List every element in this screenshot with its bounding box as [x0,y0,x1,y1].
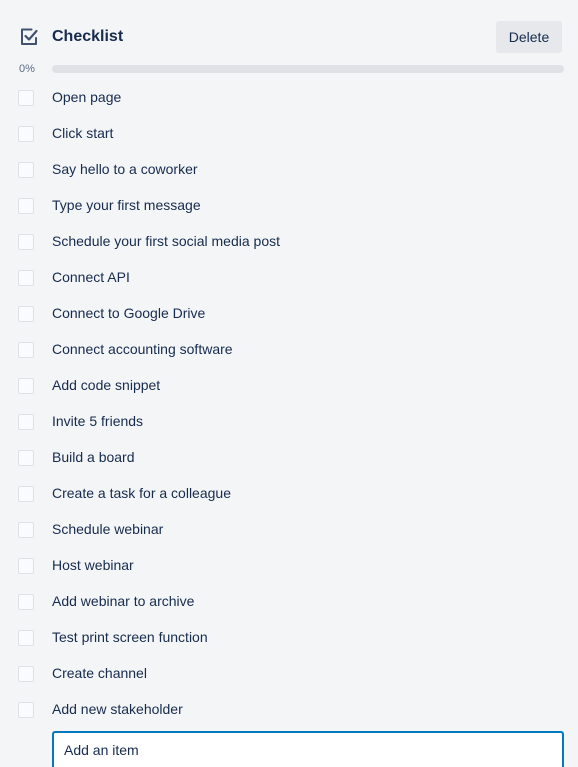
checklist-header: Checklist Delete [0,0,578,66]
checklist-item[interactable]: Connect accounting software [0,332,578,368]
checklist-item[interactable]: Schedule webinar [0,512,578,548]
item-checkbox[interactable] [18,342,34,358]
item-label[interactable]: Connect API [52,268,130,286]
checklist-item[interactable]: Schedule your first social media post [0,224,578,260]
item-checkbox[interactable] [18,486,34,502]
checklist-item[interactable]: Click start [0,116,578,152]
item-checkbox[interactable] [18,198,34,214]
item-label[interactable]: Open page [52,88,121,106]
checklist-item[interactable]: Add new stakeholder [0,692,578,728]
item-label[interactable]: Add code snippet [52,376,160,394]
item-label[interactable]: Click start [52,124,113,142]
checklist-item[interactable]: Connect API [0,260,578,296]
item-label[interactable]: Add webinar to archive [52,592,194,610]
checklist-item[interactable]: Create a task for a colleague [0,476,578,512]
checklist-items: Open page Click start Say hello to a cowor… [0,80,578,728]
checklist-item[interactable]: Invite 5 friends [0,404,578,440]
item-checkbox[interactable] [18,270,34,286]
checklist-item[interactable]: Test print screen function [0,620,578,656]
item-label[interactable]: Add new stakeholder [52,700,183,718]
item-checkbox[interactable] [18,630,34,646]
item-checkbox[interactable] [18,126,34,142]
item-label[interactable]: Build a board [52,448,135,466]
item-label[interactable]: Test print screen function [52,628,208,646]
progress-bar [52,65,564,73]
checklist-item[interactable]: Add webinar to archive [0,584,578,620]
delete-button[interactable]: Delete [496,21,562,53]
item-label[interactable]: Create a task for a colleague [52,484,231,502]
item-label[interactable]: Say hello to a coworker [52,160,198,178]
item-checkbox[interactable] [18,522,34,538]
item-checkbox[interactable] [18,90,34,106]
item-checkbox[interactable] [18,378,34,394]
checklist-item[interactable]: Connect to Google Drive [0,296,578,332]
item-label[interactable]: Type your first message [52,196,201,214]
checklist-item[interactable]: Say hello to a coworker [0,152,578,188]
item-label[interactable]: Invite 5 friends [52,412,143,430]
add-item-input[interactable] [52,731,564,767]
item-label[interactable]: Connect to Google Drive [52,304,205,322]
checklist-item[interactable]: Build a board [0,440,578,476]
checklist-item[interactable]: Open page [0,80,578,116]
item-checkbox[interactable] [18,558,34,574]
checklist-title: Checklist [52,28,124,45]
item-checkbox[interactable] [18,414,34,430]
item-label[interactable]: Schedule your first social media post [52,232,280,250]
item-label[interactable]: Schedule webinar [52,520,163,538]
item-checkbox[interactable] [18,450,34,466]
item-checkbox[interactable] [18,702,34,718]
checklist-item[interactable]: Host webinar [0,548,578,584]
checklist-icon [19,27,39,47]
checklist-item[interactable]: Create channel [0,656,578,692]
item-checkbox[interactable] [18,594,34,610]
item-label[interactable]: Connect accounting software [52,340,233,358]
item-label[interactable]: Host webinar [52,556,134,574]
item-label[interactable]: Create channel [52,664,147,682]
item-checkbox[interactable] [18,234,34,250]
checklist-item[interactable]: Type your first message [0,188,578,224]
checklist-item[interactable]: Add code snippet [0,368,578,404]
item-checkbox[interactable] [18,306,34,322]
progress-percentage: 0% [19,63,35,75]
item-checkbox[interactable] [18,162,34,178]
item-checkbox[interactable] [18,666,34,682]
